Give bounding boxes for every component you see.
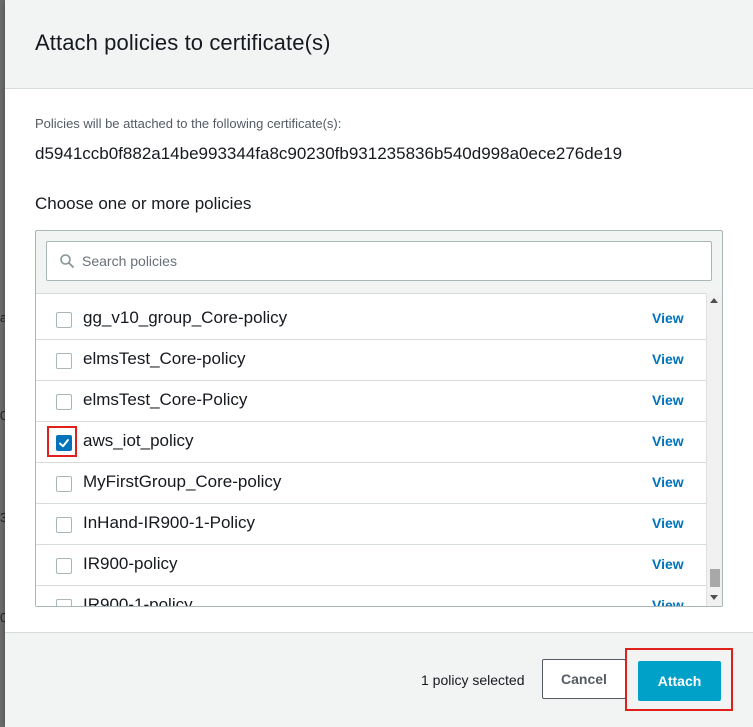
policy-row[interactable]: IR900-policy View bbox=[36, 545, 706, 586]
policy-name: elmsTest_Core-Policy bbox=[83, 390, 248, 409]
policy-checkbox[interactable] bbox=[56, 476, 72, 492]
view-policy-link[interactable]: View bbox=[652, 474, 684, 490]
policy-row[interactable]: MyFirstGroup_Core-policy View bbox=[36, 463, 706, 504]
view-policy-link[interactable]: View bbox=[652, 556, 684, 572]
dialog-footer: 1 policy selected Cancel Attach bbox=[5, 632, 753, 727]
scroll-up-arrow-icon[interactable] bbox=[710, 298, 718, 303]
search-box[interactable] bbox=[46, 241, 712, 281]
cancel-button[interactable]: Cancel bbox=[542, 659, 626, 699]
policy-row[interactable]: IR900-1-policy View bbox=[36, 586, 706, 607]
policy-name: InHand-IR900-1-Policy bbox=[83, 513, 255, 532]
policy-name: IR900-1-policy bbox=[83, 595, 193, 607]
search-icon bbox=[59, 253, 75, 269]
policy-list-scrollbar[interactable] bbox=[706, 293, 722, 606]
dialog-title: Attach policies to certificate(s) bbox=[35, 30, 331, 55]
search-input[interactable] bbox=[81, 242, 702, 280]
dialog-header: Attach policies to certificate(s) bbox=[5, 0, 753, 89]
choose-policies-label: Choose one or more policies bbox=[35, 194, 252, 213]
policy-checkbox[interactable] bbox=[56, 312, 72, 328]
policy-checkbox[interactable] bbox=[56, 394, 72, 410]
attach-button[interactable]: Attach bbox=[638, 661, 721, 701]
policy-checkbox[interactable] bbox=[56, 558, 72, 574]
policy-checkbox[interactable] bbox=[56, 517, 72, 533]
policy-name: elmsTest_Core-policy bbox=[83, 349, 246, 368]
policy-row[interactable]: elmsTest_Core-Policy View bbox=[36, 381, 706, 422]
view-policy-link[interactable]: View bbox=[652, 433, 684, 449]
annotation-highlight-box bbox=[47, 426, 77, 457]
policy-row[interactable]: aws_iot_policy View bbox=[36, 422, 706, 463]
scroll-down-arrow-icon[interactable] bbox=[710, 595, 718, 600]
view-policy-link[interactable]: View bbox=[652, 392, 684, 408]
certificate-id: d5941ccb0f882a14be993344fa8c90230fb93123… bbox=[35, 144, 623, 163]
policy-name: aws_iot_policy bbox=[83, 431, 194, 450]
attach-policies-dialog: Attach policies to certificate(s) Polici… bbox=[5, 0, 753, 727]
view-policy-link[interactable]: View bbox=[652, 351, 684, 367]
view-policy-link[interactable]: View bbox=[652, 597, 684, 606]
policy-name: IR900-policy bbox=[83, 554, 178, 573]
policy-name: MyFirstGroup_Core-policy bbox=[83, 472, 282, 491]
policy-row[interactable]: elmsTest_Core-policy View bbox=[36, 340, 706, 381]
policy-checkbox[interactable] bbox=[56, 599, 72, 606]
policy-selector: gg_v10_group_Core-policy View elmsTest_C… bbox=[35, 230, 723, 607]
selected-count: 1 policy selected bbox=[421, 672, 525, 688]
dialog-subtitle: Policies will be attached to the followi… bbox=[35, 116, 342, 131]
policy-checkbox[interactable] bbox=[56, 353, 72, 369]
view-policy-link[interactable]: View bbox=[652, 310, 684, 326]
view-policy-link[interactable]: View bbox=[652, 515, 684, 531]
scrollbar-thumb[interactable] bbox=[710, 569, 720, 587]
policy-row[interactable]: InHand-IR900-1-Policy View bbox=[36, 504, 706, 545]
policy-list[interactable]: gg_v10_group_Core-policy View elmsTest_C… bbox=[36, 293, 706, 607]
policy-row[interactable]: gg_v10_group_Core-policy View bbox=[36, 299, 706, 340]
policy-name: gg_v10_group_Core-policy bbox=[83, 308, 288, 327]
